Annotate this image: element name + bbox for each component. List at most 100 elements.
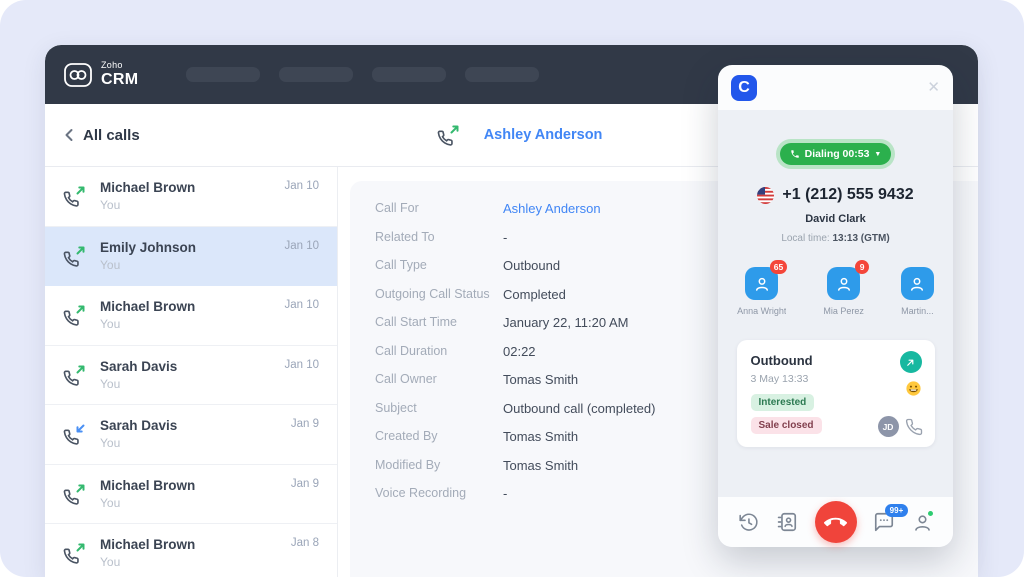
call-card-datetime: 3 May 13:33 [751,373,921,385]
phone-icon [790,149,800,159]
call-card-title: Outbound [751,353,921,368]
history-icon [738,512,759,533]
dialer-body: Dialing 00:53 ▼ +1 (212) 555 9432 David … [718,110,953,497]
list-item[interactable]: Michael Brown You Jan 8 [45,524,337,577]
outgoing-call-icon [63,184,87,208]
call-owner-label: You [100,377,284,391]
contact-avatar-icon [901,267,934,300]
notification-badge: 9 [855,260,869,274]
mouse-cursor [1010,562,1024,577]
field-label: Voice Recording [375,486,503,501]
call-owner-label: You [100,436,291,450]
nav-item-placeholder-4[interactable] [465,67,539,82]
dialer-toolbar: 99+ [718,497,953,547]
call-date: Jan 10 [284,359,319,371]
notification-badge: 65 [770,260,787,274]
caller-name: Emily Johnson [100,240,284,255]
hang-up-icon [824,511,847,534]
call-owner-label: You [100,198,284,212]
quick-contact[interactable]: 9 Mia Perez [823,267,864,316]
list-item[interactable]: Michael Brown You Jan 9 [45,465,337,525]
back-to-all-calls-button[interactable]: All calls [63,127,140,144]
contact-avatar-icon: 65 [745,267,778,300]
nav-item-placeholder-3[interactable] [372,67,446,82]
brand-zoho: Zoho [101,61,138,70]
quick-contacts-row: 65 Anna Wright 9 Mia Perez Martin... [737,267,934,316]
recent-call-card[interactable]: Outbound 3 May 13:33 Interested Sale clo… [737,340,935,447]
field-label: Call Start Time [375,315,503,330]
call-owner-label: You [100,317,284,331]
quick-contact[interactable]: Martin... [901,267,934,316]
messages-button[interactable]: 99+ [873,511,895,533]
laughing-emoji-icon [905,380,922,402]
call-date: Jan 9 [291,478,319,490]
nav-item-placeholder-2[interactable] [279,67,353,82]
nav-menu [186,67,539,82]
caller-name: Michael Brown [100,478,291,493]
chevron-down-icon: ▼ [874,151,881,158]
online-status-dot [927,510,934,517]
contact-name: Mia Perez [823,306,864,316]
call-history-button[interactable] [738,512,759,533]
dialed-phone-number: +1 (212) 555 9432 [782,186,913,204]
outgoing-call-icon [63,363,87,387]
incoming-call-icon [63,422,87,446]
quick-contact[interactable]: 65 Anna Wright [737,267,786,316]
field-label: Modified By [375,458,503,473]
end-call-button[interactable] [815,501,857,543]
caller-name: Michael Brown [100,537,291,552]
list-item-selected[interactable]: Emily JohnsonYou Jan 10 [45,227,337,287]
dialer-header: C ✕ [718,65,953,110]
call-date: Jan 10 [284,240,319,252]
field-value: Tomas Smith [503,458,578,473]
call-owner-label: You [100,496,291,510]
tag-sale-closed: Sale closed [751,417,822,434]
contact-name-link[interactable]: Ashley Anderson [484,127,603,143]
outgoing-call-icon [63,244,87,268]
call-date: Jan 10 [284,299,319,311]
agent-status-button[interactable] [912,512,933,533]
caller-name: Sarah Davis [100,359,284,374]
arrow-up-right-icon [900,351,922,373]
brand-crm: CRM [101,72,138,88]
field-label: Subject [375,401,503,416]
call-date: Jan 9 [291,418,319,430]
list-item[interactable]: Sarah Davis You Jan 10 [45,346,337,406]
field-value: Outbound call (completed) [503,401,655,416]
cloudtalk-logo: C [731,75,757,101]
screenshot-canvas: Zoho CRM All calls [0,0,1024,577]
contact-name: Martin... [901,306,934,316]
field-label: Outgoing Call Status [375,287,503,302]
field-label: Created By [375,429,503,444]
field-label: Related To [375,230,503,245]
call-list: Michael BrownYou Jan 10 Emily JohnsonYou… [45,167,338,577]
field-label: Call Owner [375,372,503,387]
list-item[interactable]: Sarah DavisYou Jan 9 [45,405,337,465]
nav-item-placeholder-1[interactable] [186,67,260,82]
call-date: Jan 8 [291,537,319,549]
list-item[interactable]: Michael BrownYou Jan 10 [45,167,337,227]
close-icon[interactable]: ✕ [927,80,940,95]
contact-name: Anna Wright [737,306,786,316]
address-book-icon [776,511,798,533]
contact-avatar-icon: 9 [827,267,860,300]
contacts-button[interactable] [776,511,798,533]
dialing-status-dropdown[interactable]: Dialing 00:53 ▼ [780,143,892,165]
dialer-widget: C ✕ Dialing 00:53 ▼ +1 (212) 555 9432 [718,65,953,547]
call-owner-label: You [100,555,291,569]
field-value: Tomas Smith [503,429,578,444]
field-value: Outbound [503,258,560,273]
field-label: Call For [375,201,503,216]
field-label: Call Duration [375,344,503,359]
zoho-crm-logo: Zoho CRM [63,61,138,88]
outgoing-call-icon [63,541,87,565]
call-date: Jan 10 [284,180,319,192]
list-item[interactable]: Michael BrownYou Jan 10 [45,286,337,346]
tag-interested: Interested [751,394,815,411]
field-value: - [503,486,507,501]
phone-outline-icon [905,418,923,436]
us-flag-icon [757,187,774,204]
chevron-left-icon [63,128,75,142]
field-value-link[interactable]: Ashley Anderson [503,201,601,216]
field-label: Call Type [375,258,503,273]
